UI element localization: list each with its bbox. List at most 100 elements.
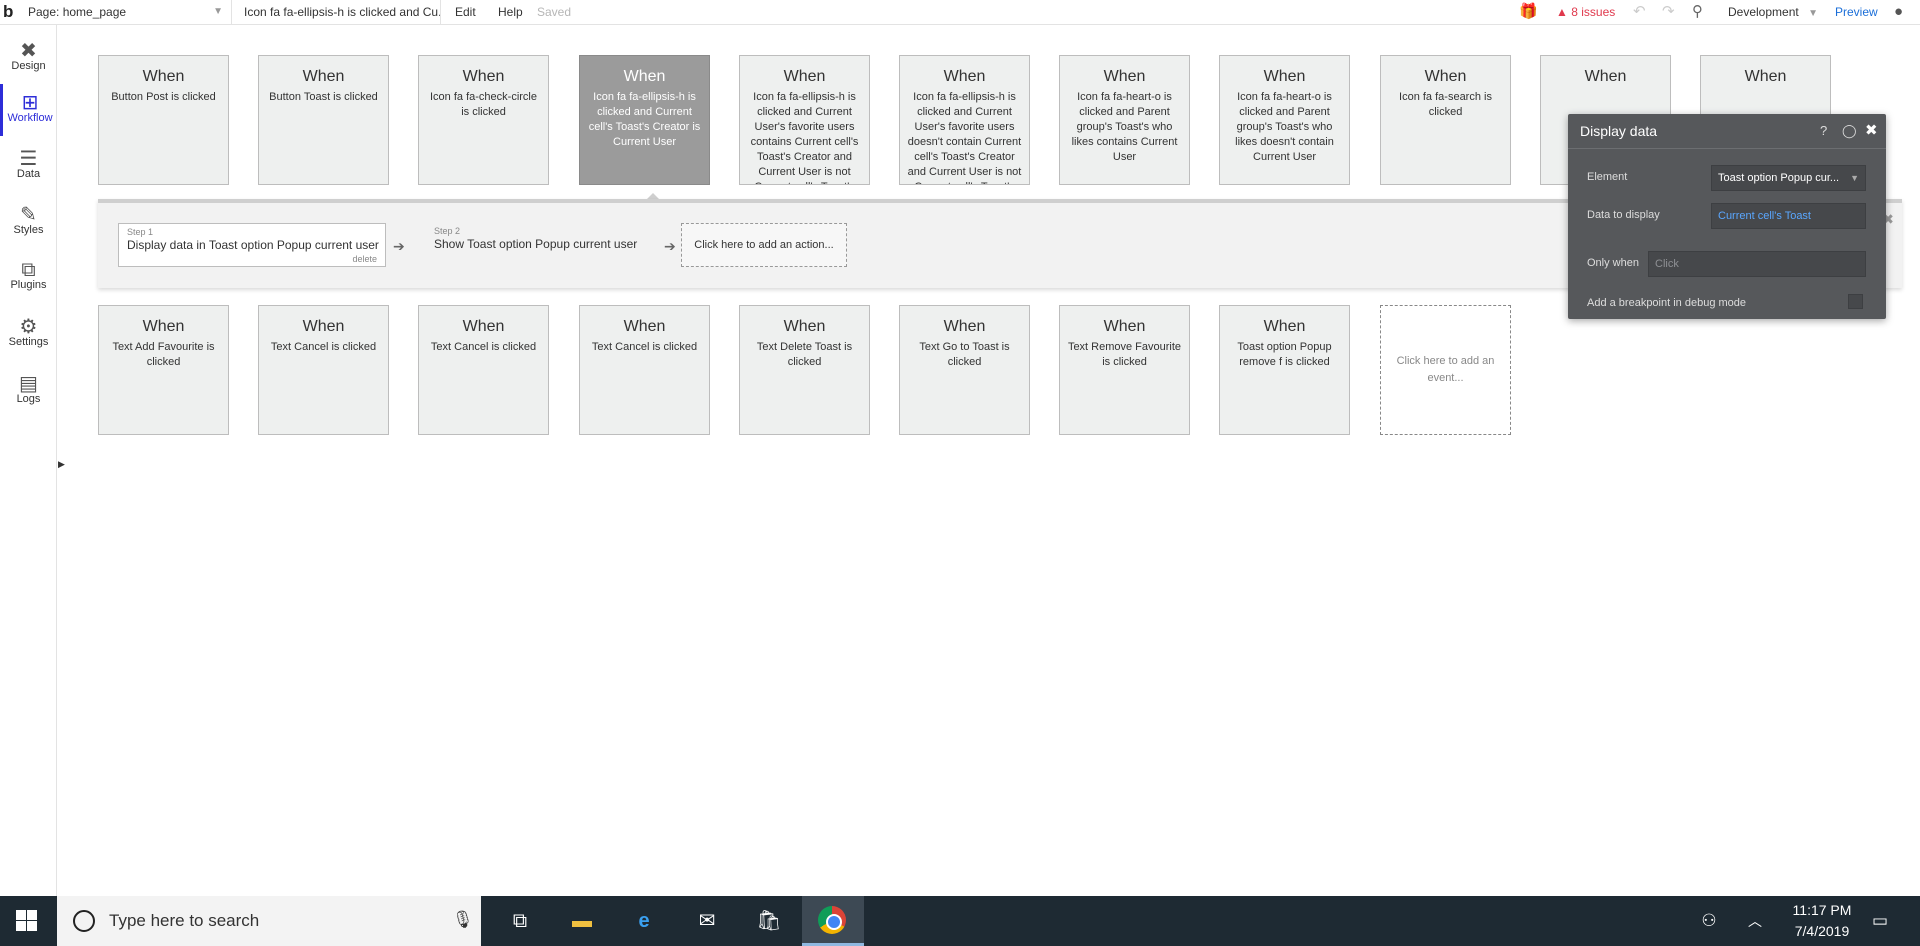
taskbar-search-placeholder: Type here to search: [109, 911, 260, 930]
nav-data[interactable]: ☰ Data: [0, 140, 57, 192]
event-when-label: When: [142, 68, 185, 85]
menu-help[interactable]: Help: [498, 0, 523, 25]
display-data-popup: Display data ? ◯ ✖ Element Toast option …: [1568, 114, 1886, 319]
bubble-logo[interactable]: b: [3, 0, 21, 25]
windows-start-icon[interactable]: [16, 910, 38, 932]
event-card[interactable]: When Icon fa fa-search is clicked: [1380, 55, 1511, 185]
nav-workflow[interactable]: ⊞ Workflow: [0, 84, 57, 136]
event-description: Icon fa fa-heart-o is clicked and Parent…: [1235, 91, 1334, 163]
breakpoint-label: Add a breakpoint in debug mode: [1587, 297, 1747, 309]
element-dropdown[interactable]: Toast option Popup cur... ▼: [1711, 165, 1866, 191]
version-label: Development: [1728, 5, 1799, 19]
workflow-selector[interactable]: Icon fa fa-ellipsis-h is clicked and Cu.…: [236, 0, 441, 25]
event-card[interactable]: When Text Add Favourite is clicked: [98, 305, 229, 435]
top-bar: b Page: home_page ▼ Icon fa fa-ellipsis-…: [0, 0, 1920, 25]
notification-icon[interactable]: ▭: [1865, 906, 1895, 936]
popup-title: Display data: [1580, 123, 1658, 139]
undo-icon[interactable]: ↶: [1633, 0, 1646, 25]
event-when-label: When: [142, 318, 185, 335]
event-description: Icon fa fa-check-circle is clicked: [430, 91, 537, 118]
breakpoint-checkbox[interactable]: [1848, 294, 1863, 309]
gift-icon[interactable]: 🎁: [1519, 0, 1538, 25]
nav-design[interactable]: ✖ Design: [0, 32, 57, 84]
event-description: Text Remove Favourite is clicked: [1067, 341, 1182, 368]
workflow-step-2[interactable]: Step 2 Show Toast option Popup current u…: [426, 223, 656, 267]
chrome-taskbar-button[interactable]: [802, 896, 864, 946]
event-description: Icon fa fa-ellipsis-h is clicked and Cur…: [907, 91, 1022, 184]
event-when-label: When: [1263, 68, 1306, 85]
nav-settings[interactable]: ⚙ Settings: [0, 308, 57, 360]
collapse-arrow-icon[interactable]: ▶: [58, 459, 65, 470]
chrome-icon: [818, 906, 846, 934]
event-card[interactable]: When Text Delete Toast is clicked: [739, 305, 870, 435]
event-description: Icon fa fa-ellipsis-h is clicked and Cur…: [588, 91, 701, 148]
issues-count: 8 issues: [1571, 5, 1616, 19]
plugin-icon: ⧉: [21, 259, 36, 281]
nav-styles-label: Styles: [13, 224, 44, 236]
edge-icon[interactable]: e: [629, 906, 659, 936]
page-selector[interactable]: Page: home_page ▼: [24, 0, 232, 25]
event-card[interactable]: When Button Toast is clicked: [258, 55, 389, 185]
event-card[interactable]: When Text Cancel is clicked: [418, 305, 549, 435]
account-icon[interactable]: ●: [1894, 0, 1903, 25]
preview-link[interactable]: Preview: [1835, 0, 1878, 25]
event-description: Text Cancel is clicked: [270, 341, 377, 353]
event-card[interactable]: When Text Cancel is clicked: [258, 305, 389, 435]
redo-icon[interactable]: ↷: [1662, 0, 1675, 25]
nav-logs[interactable]: ▤ Logs: [0, 365, 57, 417]
element-value: Toast option Popup cur...: [1718, 172, 1840, 184]
comment-icon[interactable]: ◯: [1842, 123, 1857, 139]
nav-data-label: Data: [16, 168, 41, 180]
version-selector[interactable]: Development ▼: [1728, 0, 1818, 25]
add-event-button[interactable]: Click here to add an event...: [1380, 305, 1511, 435]
event-card[interactable]: When Icon fa fa-check-circle is clicked: [418, 55, 549, 185]
event-card[interactable]: When Text Remove Favourite is clicked: [1059, 305, 1190, 435]
arrow-right-icon: ➔: [664, 238, 676, 254]
event-when-label: When: [302, 318, 345, 335]
help-icon[interactable]: ?: [1820, 123, 1827, 138]
only-when-label: Only when: [1587, 257, 1639, 269]
nav-plugins[interactable]: ⧉ Plugins: [0, 251, 57, 303]
close-icon[interactable]: ✖: [1865, 121, 1878, 139]
event-description: Text Cancel is clicked: [591, 341, 698, 353]
data-to-display-field[interactable]: Current cell's Toast: [1711, 203, 1866, 229]
microphone-icon[interactable]: 🎙: [452, 910, 474, 930]
issues-indicator[interactable]: ▲ 8 issues: [1556, 0, 1615, 25]
event-when-label: When: [943, 318, 986, 335]
event-card-selected[interactable]: When Icon fa fa-ellipsis-h is clicked an…: [579, 55, 710, 185]
event-description: Text Go to Toast is clicked: [919, 341, 1010, 368]
event-card[interactable]: When Icon fa fa-heart-o is clicked and P…: [1219, 55, 1350, 185]
menu-edit[interactable]: Edit: [455, 0, 476, 25]
event-description: Icon fa fa-ellipsis-h is clicked and Cur…: [750, 91, 859, 184]
event-when-label: When: [943, 68, 986, 85]
chevron-up-icon[interactable]: ︿: [1740, 906, 1770, 936]
file-explorer-icon[interactable]: ▬: [567, 906, 597, 936]
event-card[interactable]: When Text Cancel is clicked: [579, 305, 710, 435]
nav-settings-label: Settings: [8, 336, 49, 348]
event-card[interactable]: When Icon fa fa-heart-o is clicked and P…: [1059, 55, 1190, 185]
mail-icon[interactable]: ✉: [692, 906, 722, 936]
clock-date: 7/4/2019: [1794, 923, 1850, 939]
store-icon[interactable]: 🛍: [754, 906, 784, 936]
event-card[interactable]: When Text Go to Toast is clicked: [899, 305, 1030, 435]
step-title: Show Toast option Popup current user: [434, 237, 638, 251]
event-description: Icon fa fa-search is clicked: [1399, 91, 1492, 118]
event-card[interactable]: When Icon fa fa-ellipsis-h is clicked an…: [739, 55, 870, 185]
taskbar-search[interactable]: Type here to search 🎙: [57, 896, 481, 946]
taskbar-clock[interactable]: 11:17 PM 7/4/2019: [1772, 900, 1872, 942]
event-card[interactable]: When Button Post is clicked: [98, 55, 229, 185]
event-card[interactable]: When Icon fa fa-ellipsis-h is clicked an…: [899, 55, 1030, 185]
save-status: Saved: [537, 5, 572, 19]
event-card[interactable]: When Toast option Popup remove f is clic…: [1219, 305, 1350, 435]
nav-styles[interactable]: ✎ Styles: [0, 196, 57, 248]
people-icon[interactable]: ⚇: [1694, 906, 1724, 936]
event-when-label: When: [462, 68, 505, 85]
search-icon[interactable]: ⚲: [1692, 0, 1703, 25]
event-when-label: When: [1744, 68, 1787, 85]
workflow-step-1[interactable]: Step 1 Display data in Toast option Popu…: [118, 223, 386, 267]
add-action-button[interactable]: Click here to add an action...: [681, 223, 847, 267]
task-view-icon[interactable]: ⧉: [505, 906, 535, 936]
event-description: Text Add Favourite is clicked: [112, 341, 215, 368]
delete-step-link[interactable]: delete: [352, 254, 377, 264]
only-when-field[interactable]: Click: [1648, 251, 1866, 277]
